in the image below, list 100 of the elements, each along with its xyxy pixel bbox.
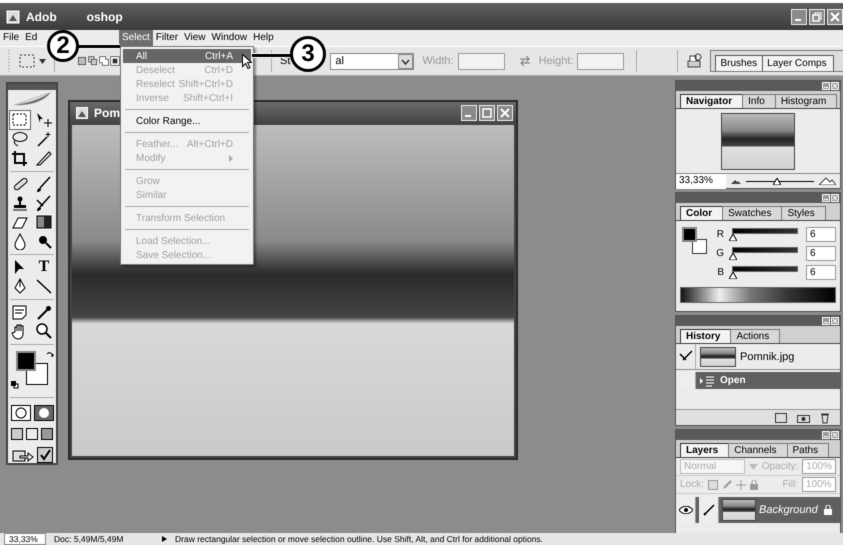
channel-label: G: [715, 248, 724, 258]
menu-item[interactable]: Select: [119, 30, 153, 46]
fill-label: Fill:: [782, 479, 798, 490]
marquee-icon[interactable]: [19, 54, 35, 68]
new-selection-icon[interactable]: [77, 56, 87, 66]
menu-item[interactable]: Help: [250, 30, 277, 46]
style-dropdown[interactable]: al: [330, 52, 414, 70]
height-label: Height:: [538, 55, 574, 67]
background-color-swatch[interactable]: [692, 239, 707, 254]
grip-icon: [8, 50, 11, 72]
channel-label: R: [716, 228, 724, 240]
slider-thumb[interactable]: [729, 253, 738, 260]
zoom-out-icon[interactable]: [730, 178, 742, 184]
channel-value-field[interactable]: 6: [806, 264, 836, 280]
menu-item[interactable]: Color Range...: [123, 114, 251, 128]
gradient-icon[interactable]: [34, 213, 54, 231]
well-tab[interactable]: Brushes: [715, 55, 764, 71]
layer-name: Background: [759, 504, 819, 516]
step-icon: [700, 374, 716, 386]
opacity-label: Opacity:: [762, 461, 798, 472]
menu-item[interactable]: Filter: [152, 30, 182, 46]
layer-row[interactable]: Background: [676, 497, 840, 523]
submenu-arrow-icon: [229, 154, 233, 162]
move-tool-icon[interactable]: [34, 111, 54, 129]
panel-tab[interactable]: Color: [680, 206, 724, 220]
history-step[interactable]: Open: [676, 372, 840, 389]
menu-item[interactable]: All Ctrl+A: [123, 49, 251, 63]
panel-tab[interactable]: Channels: [728, 443, 788, 457]
close-icon[interactable]: [827, 8, 843, 24]
window-title: oshop: [86, 10, 123, 24]
maximize-icon[interactable]: [479, 104, 495, 120]
trash-icon[interactable]: [820, 412, 830, 424]
panel-tab[interactable]: Paths: [786, 443, 830, 457]
restore-icon[interactable]: [809, 8, 825, 24]
document-title: Pom: [94, 106, 120, 120]
close-icon[interactable]: [497, 104, 513, 120]
panel-tab[interactable]: Histogram: [774, 94, 838, 108]
swap-colors-icon[interactable]: [46, 351, 54, 359]
camera-icon[interactable]: [797, 412, 810, 422]
well-tab[interactable]: Layer Comps: [762, 55, 834, 71]
menu-item[interactable]: View: [181, 30, 209, 46]
width-label: Width:: [422, 55, 454, 67]
quick-mask-icon[interactable]: [34, 405, 54, 421]
checked-image-icon[interactable]: [36, 447, 52, 463]
panel-tab[interactable]: History: [680, 329, 732, 343]
zoom-slider-thumb[interactable]: [772, 178, 781, 184]
swap-icon[interactable]: [518, 56, 531, 66]
panel-tab[interactable]: Navigator: [680, 94, 744, 108]
panel-tab[interactable]: Layers: [680, 443, 730, 457]
lasso-icon[interactable]: [10, 130, 30, 148]
minimize-icon[interactable]: [791, 8, 807, 24]
slider-thumb[interactable]: [729, 234, 738, 241]
status-hint: Draw rectangular selection or move selection outline. Use Shift, Alt, and Ctrl for additional options.: [175, 534, 544, 544]
minimize-icon[interactable]: [461, 104, 477, 120]
type-tool[interactable]: T: [38, 258, 50, 276]
menu-item[interactable]: File: [0, 30, 22, 46]
default-colors-icon[interactable]: [11, 381, 19, 389]
marquee-tool-icon[interactable]: [10, 111, 30, 129]
slice-icon[interactable]: [34, 149, 54, 167]
full-screen-icon[interactable]: [41, 428, 53, 440]
slider-thumb[interactable]: [729, 272, 738, 279]
play-arrow-icon[interactable]: [162, 536, 167, 542]
panel-tab[interactable]: Info: [742, 94, 776, 108]
foreground-color-swatch[interactable]: [16, 351, 36, 371]
brush-icon: [702, 504, 714, 516]
document-size: Doc: 5,49M/5,49M: [54, 534, 124, 544]
zoom-field[interactable]: 33,33%: [4, 533, 46, 545]
panel-tab[interactable]: Actions: [730, 329, 780, 343]
lock-label: Lock:: [680, 479, 704, 490]
add-selection-icon[interactable]: [88, 56, 98, 66]
panel-tab[interactable]: Swatches: [722, 206, 782, 220]
eye-icon[interactable]: [678, 506, 692, 514]
new-document-icon[interactable]: [775, 412, 787, 422]
menu-item[interactable]: Window: [208, 30, 250, 46]
foreground-color-swatch[interactable]: [682, 227, 697, 242]
zoom-field[interactable]: 33,33%: [676, 174, 726, 188]
snapshot-thumbnail: [700, 346, 736, 366]
channel-label: B: [716, 266, 724, 278]
full-screen-menu-icon[interactable]: [26, 428, 38, 440]
panel-tab[interactable]: Styles: [781, 206, 826, 220]
standard-screen-icon[interactable]: [11, 428, 23, 440]
palette-well-icon[interactable]: [686, 53, 704, 69]
crop-icon[interactable]: [10, 149, 30, 167]
stamp-icon[interactable]: [10, 194, 30, 212]
zoom-in-icon[interactable]: [818, 177, 836, 185]
caret-icon[interactable]: [39, 58, 46, 64]
app-icon: [6, 10, 20, 24]
channel-value-field[interactable]: 6: [806, 226, 836, 242]
mouse-pointer-icon: [242, 54, 252, 69]
document-icon: [76, 106, 88, 118]
color-ramp[interactable]: [680, 287, 836, 303]
standard-mode-icon[interactable]: [10, 405, 30, 421]
line-icon[interactable]: [34, 277, 54, 295]
magnifier-icon[interactable]: [34, 322, 54, 340]
channel-value-field[interactable]: 6: [806, 246, 836, 260]
layer-thumbnail: [722, 499, 756, 521]
intersect-selection-icon[interactable]: [110, 56, 120, 66]
snapshot-name: Pomnik.jpg: [740, 350, 794, 362]
subtract-selection-icon[interactable]: [99, 56, 109, 66]
menu-item[interactable]: Ed: [22, 30, 40, 46]
